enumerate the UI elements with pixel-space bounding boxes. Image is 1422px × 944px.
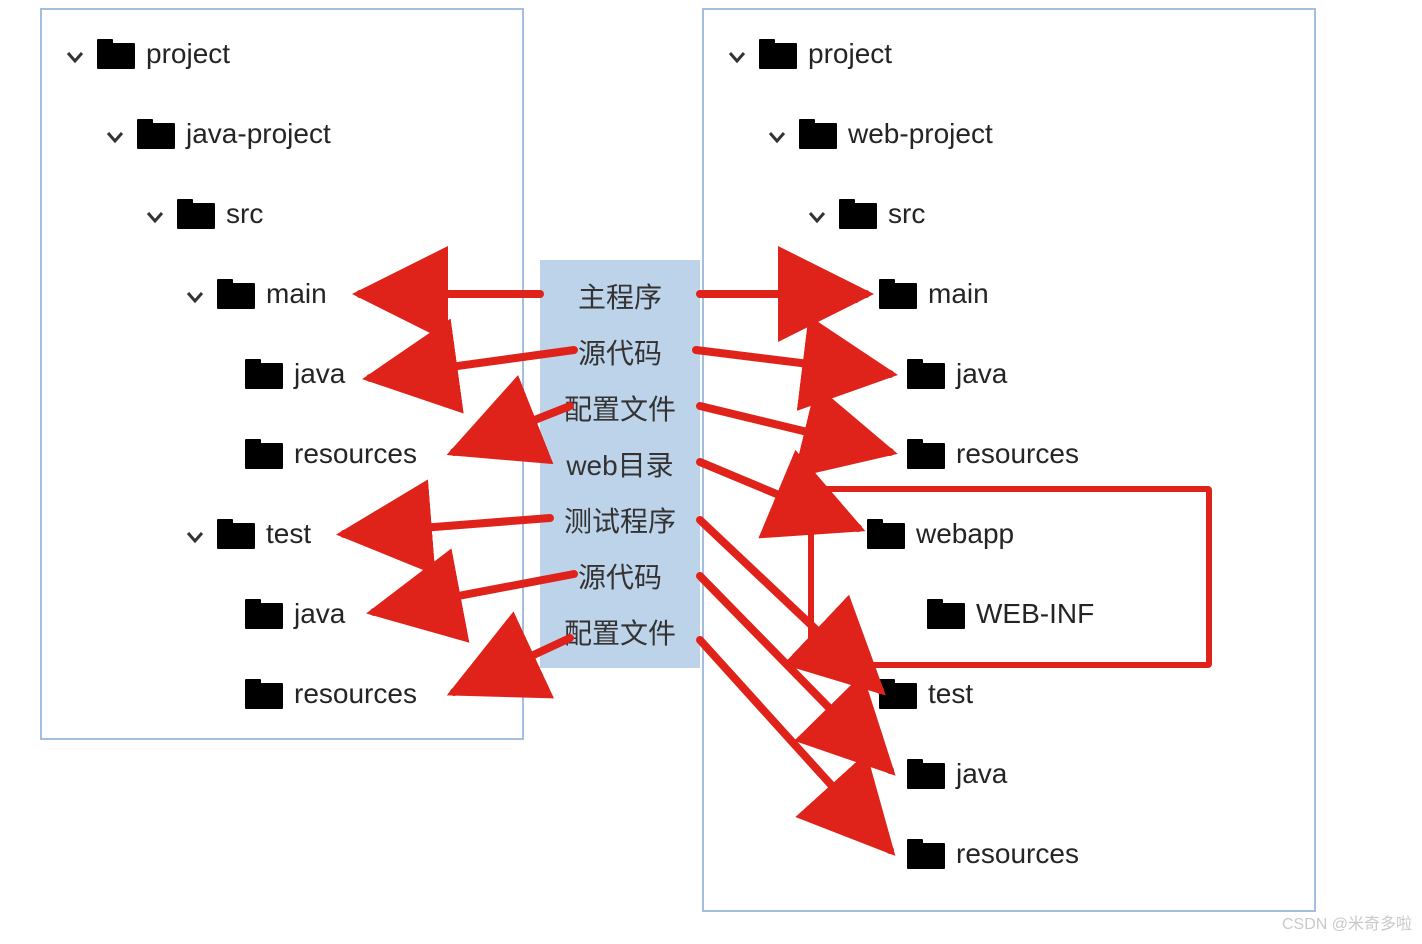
callout-test-source: 源代码 [540, 548, 700, 604]
tree-node-main-java[interactable]: java [906, 346, 1007, 402]
tree-node-main-resources[interactable]: resources [906, 426, 1079, 482]
tree-node-module[interactable]: java-project [104, 106, 331, 162]
chevron-down-icon [104, 123, 126, 145]
tree-node-project[interactable]: project [726, 26, 892, 82]
tree-node-main[interactable]: main [846, 266, 989, 322]
node-label: java-project [186, 118, 331, 150]
chevron-down-icon [184, 283, 206, 305]
node-label: main [928, 278, 989, 310]
folder-icon [136, 117, 176, 151]
tree-node-module[interactable]: web-project [766, 106, 993, 162]
chevron-down-icon [846, 683, 868, 705]
watermark: CSDN @米奇多啦 [1282, 910, 1412, 934]
folder-icon [216, 517, 256, 551]
node-label: main [266, 278, 327, 310]
tree-node-test[interactable]: test [846, 666, 973, 722]
folder-icon [878, 677, 918, 711]
folder-icon [906, 837, 946, 871]
tree-node-test[interactable]: test [184, 506, 311, 562]
tree-node-main-java[interactable]: java [244, 346, 345, 402]
folder-icon [244, 597, 284, 631]
tree-node-test-java[interactable]: java [244, 586, 345, 642]
tree-node-src[interactable]: src [806, 186, 925, 242]
chevron-down-icon [766, 123, 788, 145]
tree-node-test-resources[interactable]: resources [244, 666, 417, 722]
folder-icon [878, 277, 918, 311]
node-label: src [226, 198, 263, 230]
node-label: java [294, 358, 345, 390]
folder-icon [906, 757, 946, 791]
chevron-down-icon [144, 203, 166, 225]
chevron-down-icon [64, 43, 86, 65]
callout-config: 配置文件 [540, 380, 700, 436]
folder-icon [838, 197, 878, 231]
highlight-webapp [808, 486, 1212, 668]
folder-icon [216, 277, 256, 311]
node-label: java [956, 358, 1007, 390]
chevron-down-icon [846, 283, 868, 305]
tree-node-project[interactable]: project [64, 26, 230, 82]
folder-icon [176, 197, 216, 231]
callout-webdir: web目录 [540, 436, 700, 492]
node-label: src [888, 198, 925, 230]
right-tree-panel: project web-project src main java resour… [702, 8, 1316, 912]
tree-node-main-resources[interactable]: resources [244, 426, 417, 482]
node-label: project [808, 38, 892, 70]
callout-source: 源代码 [540, 324, 700, 380]
folder-icon [906, 357, 946, 391]
folder-icon [758, 37, 798, 71]
chevron-down-icon [726, 43, 748, 65]
left-tree-panel: project java-project src main java resou… [40, 8, 524, 740]
node-label: java [956, 758, 1007, 790]
folder-icon [244, 677, 284, 711]
node-label: test [266, 518, 311, 550]
node-label: web-project [848, 118, 993, 150]
callout-main: 主程序 [540, 268, 700, 324]
tree-node-test-resources[interactable]: resources [906, 826, 1079, 882]
chevron-down-icon [184, 523, 206, 545]
node-label: resources [956, 838, 1079, 870]
folder-icon [798, 117, 838, 151]
callout-test-config: 配置文件 [540, 604, 700, 660]
callouts-panel: 主程序 源代码 配置文件 web目录 测试程序 源代码 配置文件 [540, 260, 700, 668]
tree-node-main[interactable]: main [184, 266, 327, 322]
node-label: project [146, 38, 230, 70]
folder-icon [96, 37, 136, 71]
tree-node-test-java[interactable]: java [906, 746, 1007, 802]
folder-icon [244, 357, 284, 391]
node-label: resources [956, 438, 1079, 470]
node-label: resources [294, 678, 417, 710]
node-label: test [928, 678, 973, 710]
folder-icon [244, 437, 284, 471]
chevron-down-icon [806, 203, 828, 225]
node-label: java [294, 598, 345, 630]
callout-test: 测试程序 [540, 492, 700, 548]
folder-icon [906, 437, 946, 471]
tree-node-src[interactable]: src [144, 186, 263, 242]
node-label: resources [294, 438, 417, 470]
